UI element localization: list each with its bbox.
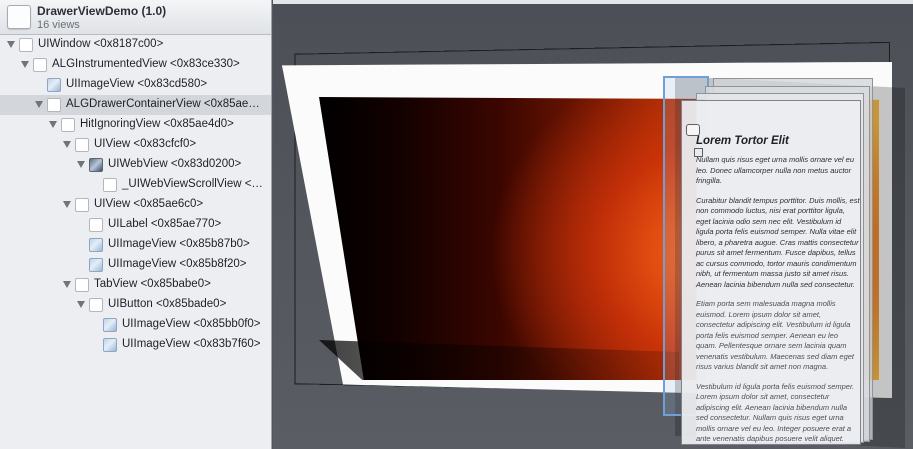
- tree-row-label: UIWindow <0x8187c00>: [38, 38, 164, 50]
- image-view-icon: [89, 238, 103, 252]
- disclosure-triangle-icon[interactable]: [7, 41, 15, 48]
- article-paragraph: Nullam quis risus eget urna mollis ornar…: [696, 155, 854, 185]
- tree-row-label: UIView <0x83cfcf0>: [94, 138, 197, 150]
- tree-row[interactable]: UIImageView <0x85b8f20>: [0, 255, 271, 275]
- view-icon: [75, 138, 89, 152]
- view-icon: [19, 38, 33, 52]
- image-view-icon: [47, 78, 61, 92]
- article-paragraph: Curabitur blandit tempus porttitor. Duis…: [696, 195, 860, 289]
- tree-row[interactable]: _UIWebViewScrollView <…: [0, 175, 271, 195]
- view-icon: [47, 98, 61, 112]
- tree-row[interactable]: UIImageView <0x85bb0f0>: [0, 315, 271, 335]
- disclosure-triangle-icon[interactable]: [35, 101, 43, 108]
- app-title: DrawerViewDemo (1.0): [37, 4, 167, 18]
- tree-row-label: UIButton <0x85bade0>: [108, 298, 227, 310]
- disclosure-triangle-icon[interactable]: [21, 61, 29, 68]
- disclosure-triangle-icon[interactable]: [63, 281, 71, 288]
- tree-row[interactable]: UIImageView <0x83cd580>: [0, 75, 271, 95]
- tree-row-label: ALGInstrumentedView <0x83ce330>: [52, 58, 240, 70]
- image-view-icon: [103, 318, 117, 332]
- app-header[interactable]: DrawerViewDemo (1.0) 16 views: [0, 0, 271, 35]
- web-article: Lorem Tortor Elit Nullam quis risus eget…: [696, 135, 860, 444]
- web-view-layer[interactable]: Lorem Tortor Elit Nullam quis risus eget…: [681, 100, 861, 445]
- tree-row-label: UIImageView <0x85bb0f0>: [122, 318, 261, 330]
- disclosure-triangle-icon[interactable]: [77, 301, 85, 308]
- tree-row[interactable]: UILabel <0x85ae770>: [0, 215, 271, 235]
- view-icon: [103, 178, 117, 192]
- tree-row-label: UIImageView <0x83cd580>: [66, 78, 208, 90]
- article-paragraph: Etiam porta sem malesuada magna mollis e…: [696, 299, 855, 371]
- view-icon: [89, 298, 103, 312]
- tree-row-label: UILabel <0x85ae770>: [108, 218, 222, 230]
- image-view-icon: [103, 338, 117, 352]
- view-count: 16 views: [37, 19, 80, 31]
- tab-image-layer[interactable]: [694, 148, 703, 157]
- tree-row[interactable]: UIView <0x83cfcf0>: [0, 135, 271, 155]
- app-icon: [7, 5, 31, 29]
- article-title: Lorem Tortor Elit: [696, 135, 789, 147]
- canvas-top-strip: [273, 0, 913, 4]
- tree-row-label: UIWebView <0x83d0200>: [108, 158, 242, 170]
- view-icon: [61, 118, 75, 132]
- image-view-icon: [89, 258, 103, 272]
- disclosure-triangle-icon[interactable]: [63, 141, 71, 148]
- tree-row[interactable]: ALGDrawerContainerView <0x85ae…: [0, 95, 271, 115]
- tree-row[interactable]: UIImageView <0x83b7f60>: [0, 335, 271, 355]
- tree-row-label: UIView <0x85ae6c0>: [94, 198, 204, 210]
- tree-row[interactable]: HitIgnoringView <0x85ae4d0>: [0, 115, 271, 135]
- tree-row[interactable]: UIImageView <0x85b87b0>: [0, 235, 271, 255]
- web-view-icon: [89, 158, 103, 172]
- 3d-view-canvas[interactable]: Lorem Tortor Elit Nullam quis risus eget…: [273, 0, 913, 449]
- view-icon: [33, 58, 47, 72]
- tree-row[interactable]: UIWebView <0x83d0200>: [0, 155, 271, 175]
- view-icon: [75, 278, 89, 292]
- tree-row-label: UIImageView <0x83b7f60>: [122, 338, 261, 350]
- tree-row-label: UIImageView <0x85b87b0>: [108, 238, 250, 250]
- tree-row[interactable]: UIWindow <0x8187c00>: [0, 35, 271, 55]
- view-hierarchy-panel: DrawerViewDemo (1.0) 16 views UIWindow <…: [0, 0, 272, 449]
- tree-row[interactable]: UIView <0x85ae6c0>: [0, 195, 271, 215]
- tree-row-label: UIImageView <0x85b8f20>: [108, 258, 247, 270]
- tree-row-label: ALGDrawerContainerView <0x85ae…: [66, 98, 260, 110]
- tree-row[interactable]: ALGInstrumentedView <0x83ce330>: [0, 55, 271, 75]
- article-paragraph: Vestibulum id ligula porta felis euismod…: [696, 381, 855, 444]
- disclosure-triangle-icon[interactable]: [77, 161, 85, 168]
- tree-row-label: TabView <0x85babe0>: [94, 278, 211, 290]
- tree-row-label: _UIWebViewScrollView <…: [122, 178, 263, 190]
- view-icon: [75, 198, 89, 212]
- tree-row[interactable]: UIButton <0x85bade0>: [0, 295, 271, 315]
- disclosure-triangle-icon[interactable]: [63, 201, 71, 208]
- tree-row-label: HitIgnoringView <0x85ae4d0>: [80, 118, 234, 130]
- tree-row[interactable]: TabView <0x85babe0>: [0, 275, 271, 295]
- view-icon: [89, 218, 103, 232]
- disclosure-triangle-icon[interactable]: [49, 121, 57, 128]
- tab-button-layer[interactable]: [686, 124, 700, 136]
